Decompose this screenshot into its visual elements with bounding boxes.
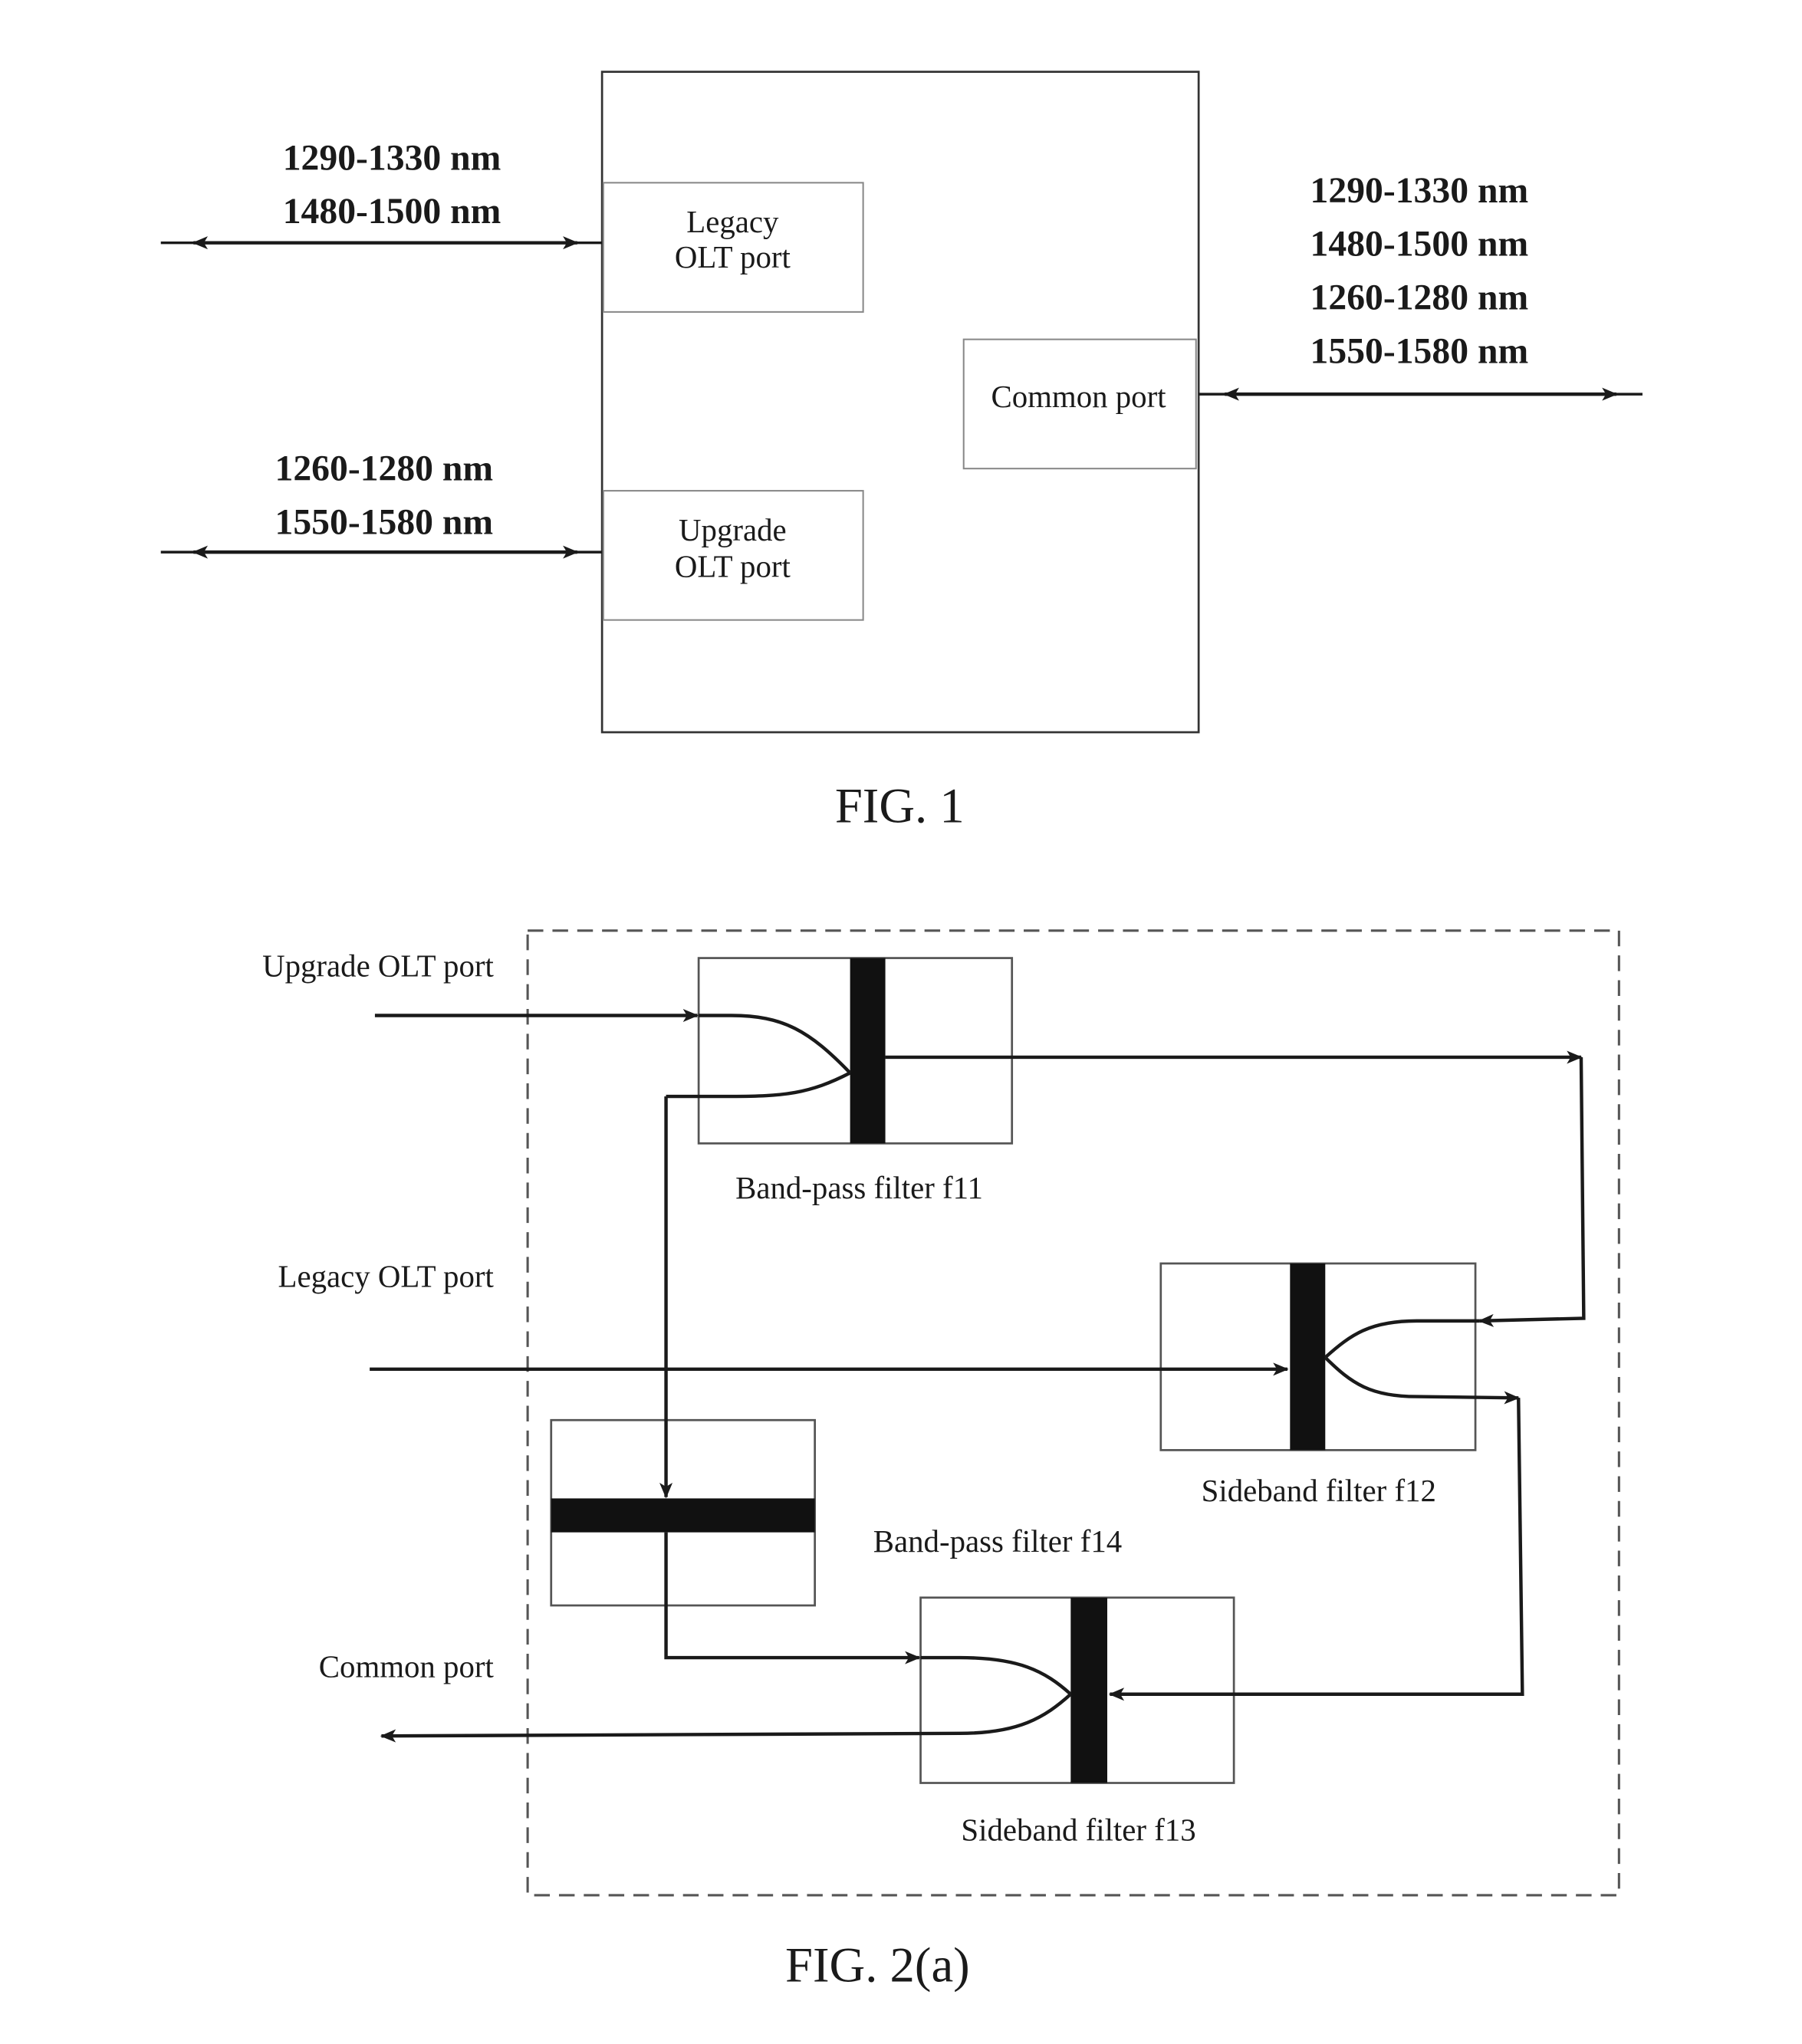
f11-label: Band-pass filter f11 xyxy=(735,1171,983,1205)
fig1-caption: FIG. 1 xyxy=(835,778,965,833)
f13-label: Sideband filter f13 xyxy=(961,1812,1195,1847)
f12-label: Sideband filter f12 xyxy=(1202,1474,1436,1508)
fig2-common-port-label: Common port xyxy=(319,1650,495,1684)
fig1-upgrade-olt-port-label-2: OLT port xyxy=(675,549,791,583)
fig1-legacy-wavelength-1: 1290-1330 nm xyxy=(283,138,501,178)
fig1-common-wavelength-2: 1480-1500 nm xyxy=(1310,225,1529,265)
fig1-common-wavelength-1: 1290-1330 nm xyxy=(1310,171,1529,211)
patent-figures: Legacy OLT port Upgrade OLT port Common … xyxy=(160,71,1643,1992)
fig1-legacy-olt-port-label-2: OLT port xyxy=(675,240,791,274)
f14-label: Band-pass filter f14 xyxy=(873,1524,1122,1559)
fig1-upgrade-wavelength-1: 1260-1280 nm xyxy=(275,449,494,488)
fig2a: Upgrade OLT port Legacy OLT port Common … xyxy=(262,929,1620,1992)
fig1-legacy-wavelength-2: 1480-1500 nm xyxy=(283,192,501,232)
f13-filter-element xyxy=(1070,1597,1107,1783)
fig1-common-port-label: Common port xyxy=(991,380,1166,414)
fig1: Legacy OLT port Upgrade OLT port Common … xyxy=(160,71,1643,833)
fig1-common-wavelength-4: 1550-1580 nm xyxy=(1310,331,1529,371)
fig2-legacy-olt-port-label: Legacy OLT port xyxy=(278,1260,495,1294)
f12-filter-element xyxy=(1290,1263,1326,1451)
fig2-upgrade-olt-port-label: Upgrade OLT port xyxy=(262,948,494,983)
fig1-upgrade-wavelength-2: 1550-1580 nm xyxy=(275,502,494,542)
f11-filter-element xyxy=(850,958,886,1144)
fig1-common-wavelength-3: 1260-1280 nm xyxy=(1310,278,1529,317)
fig1-legacy-olt-port-label-1: Legacy xyxy=(686,205,779,239)
f14-filter-element xyxy=(551,1498,815,1533)
right-vertical-to-f12 xyxy=(1478,1057,1586,1327)
fig1-upgrade-olt-port-label-1: Upgrade xyxy=(679,513,787,547)
fig2-caption: FIG. 2(a) xyxy=(785,1937,970,1992)
